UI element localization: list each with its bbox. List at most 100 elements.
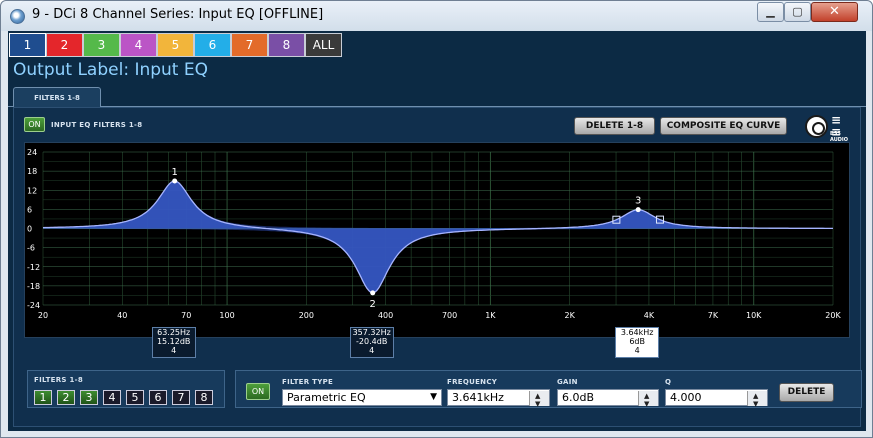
tab-channel-8[interactable]: 8 (268, 33, 305, 57)
filter-handle-2 (370, 290, 376, 296)
tab-channel-2[interactable]: 2 (46, 33, 83, 57)
y-tick-label: 6 (27, 205, 32, 214)
x-tick-label: 20 (38, 311, 48, 320)
bottom-controls: FILTERS 1-8 12345678 ON FILTER TYPE Para… (19, 368, 867, 412)
x-tick-label: 1K (485, 311, 496, 320)
filter-type-label: FILTER TYPE (282, 378, 334, 386)
gain-spinner-icon[interactable] (638, 389, 658, 412)
gain-value: 6.0dB (562, 391, 595, 404)
chevron-down-icon: ▼ (430, 392, 437, 402)
filter-marker-label-3: 3 (635, 196, 641, 207)
gain-field[interactable]: 6.0dB (557, 389, 659, 412)
frequency-label: FREQUENCY (447, 378, 498, 386)
filter-1-shape (43, 180, 833, 229)
readout-freq: 357.32Hz (352, 328, 391, 337)
tab-channel-1[interactable]: 1 (9, 33, 46, 57)
composite-eq-curve-button[interactable]: COMPOSITE EQ CURVE (660, 117, 787, 135)
filter-selector: FILTERS 1-8 12345678 (27, 370, 225, 408)
minimize-icon: ▁ (766, 5, 775, 18)
readout-gain: -20.4dB (356, 337, 388, 346)
tab-channel-6[interactable]: 6 (194, 33, 231, 57)
eq-chart-svg[interactable]: 24181260-6-12-18-2420 40 70 100 200 400 700 1K 2… (25, 143, 851, 339)
x-tick-label: 200 (299, 311, 314, 320)
y-tick-label: 24 (27, 148, 37, 157)
minimize-button[interactable]: ▁ (757, 2, 784, 22)
y-tick-label: 12 (27, 186, 37, 195)
maximize-button[interactable]: ▢ (784, 2, 811, 22)
readout-gain: 6dB (629, 337, 645, 346)
x-tick-label: 10K (746, 311, 762, 320)
filter-button-8[interactable]: 8 (195, 390, 213, 405)
app-window: 9 - DCi 8 Channel Series: Input EQ [OFFL… (0, 0, 873, 438)
tab-channel-3[interactable]: 3 (83, 33, 120, 57)
tab-channel-all[interactable]: ALL (305, 33, 342, 57)
frequency-spinner-icon[interactable] (529, 389, 549, 412)
close-button[interactable]: ✕ (811, 2, 858, 22)
x-tick-label: 4K (644, 311, 655, 320)
filter-on-button[interactable]: ON (246, 383, 270, 400)
filter-button-2[interactable]: 2 (57, 390, 75, 405)
y-tick-label: -6 (27, 244, 35, 253)
filter-button-7[interactable]: 7 (172, 390, 190, 405)
input-eq-label: INPUT EQ FILTERS 1-8 (51, 121, 143, 129)
eq-panel: ON INPUT EQ FILTERS 1-8 DELETE 1-8 COMPO… (13, 107, 862, 427)
readout-q: 4 (171, 346, 177, 355)
y-tick-label: -12 (27, 263, 40, 272)
readout-q: 4 (634, 346, 640, 355)
filter-readout-3: 3.64kHz 6dB 4 (615, 327, 660, 358)
y-tick-label: 18 (27, 167, 37, 176)
bss-logo-icon (805, 115, 828, 138)
q-value: 4.000 (670, 391, 702, 404)
readout-q: 4 (369, 346, 375, 355)
filter-marker-label-1: 1 (171, 167, 177, 178)
delete-filter-button[interactable]: DELETE (779, 383, 834, 402)
filter-button-6[interactable]: 6 (149, 390, 167, 405)
x-tick-label: 2K (564, 311, 575, 320)
y-tick-label: -24 (27, 301, 40, 310)
q-field[interactable]: 4.000 (665, 389, 768, 412)
x-tick-label: 70 (181, 311, 191, 320)
filter-type-value: Parametric EQ (287, 391, 366, 404)
x-tick-label: 7K (708, 311, 719, 320)
eq-on-button[interactable]: ON (24, 117, 45, 132)
filters-label: FILTERS 1-8 (34, 376, 84, 384)
filter-button-5[interactable]: 5 (126, 390, 144, 405)
filter-type-select[interactable]: Parametric EQ ▼ (282, 389, 442, 406)
filter-button-4[interactable]: 4 (103, 390, 121, 405)
filter-readout-2: 357.32Hz -20.4dB 4 (349, 327, 394, 358)
readout-freq: 63.25Hz (157, 328, 191, 337)
delete-all-button[interactable]: DELETE 1-8 (574, 117, 655, 135)
tab-channel-5[interactable]: 5 (157, 33, 194, 57)
x-tick-label: 40 (117, 311, 127, 320)
eq-graph[interactable]: 24 18 12 6 0 -6 -12 -18 -24 20 40 70 100 200 400 700 1K 2… (24, 142, 850, 338)
tab-channel-4[interactable]: 4 (120, 33, 157, 57)
frequency-field[interactable]: 3.641kHz (447, 389, 550, 412)
filter-handle-3 (635, 207, 641, 213)
filter-button-1[interactable]: 1 (34, 390, 52, 405)
x-tick-label: 400 (378, 311, 393, 320)
tab-filters-1-8[interactable]: FILTERS 1-8 (13, 87, 101, 108)
readout-freq: 3.64kHz (620, 328, 654, 337)
y-tick-label: -18 (27, 282, 40, 291)
filter-settings: ON FILTER TYPE Parametric EQ ▼ FREQUENCY… (235, 370, 862, 412)
q-label: Q (665, 378, 672, 386)
x-tick-label: 700 (442, 311, 457, 320)
filter-handle-1 (172, 178, 178, 184)
filter-marker-label-2: 2 (370, 299, 376, 310)
x-tick-label: 100 (219, 311, 234, 320)
close-icon: ✕ (829, 4, 840, 19)
q-spinner-icon[interactable] (747, 389, 767, 412)
readout-gain: 15.12dB (156, 337, 191, 346)
app-icon (10, 9, 25, 24)
output-label: Output Label: Input EQ (13, 60, 208, 80)
y-tick-label: 0 (27, 225, 32, 234)
tab-channel-7[interactable]: 7 (231, 33, 268, 57)
window-title: 9 - DCi 8 Channel Series: Input EQ [OFFL… (32, 7, 324, 22)
title-bar[interactable]: 9 - DCi 8 Channel Series: Input EQ [OFFL… (1, 1, 872, 31)
filter-readout-1: 63.25Hz 15.12dB 4 (151, 327, 196, 358)
gain-label: GAIN (557, 378, 578, 386)
channel-tabs: 1 2 3 4 5 6 7 8 ALL (9, 33, 342, 57)
frequency-value: 3.641kHz (452, 391, 504, 404)
client-area: 1 2 3 4 5 6 7 8 ALL Output Label: Input EQ FILTE… (8, 31, 866, 431)
filter-button-3[interactable]: 3 (80, 390, 98, 405)
